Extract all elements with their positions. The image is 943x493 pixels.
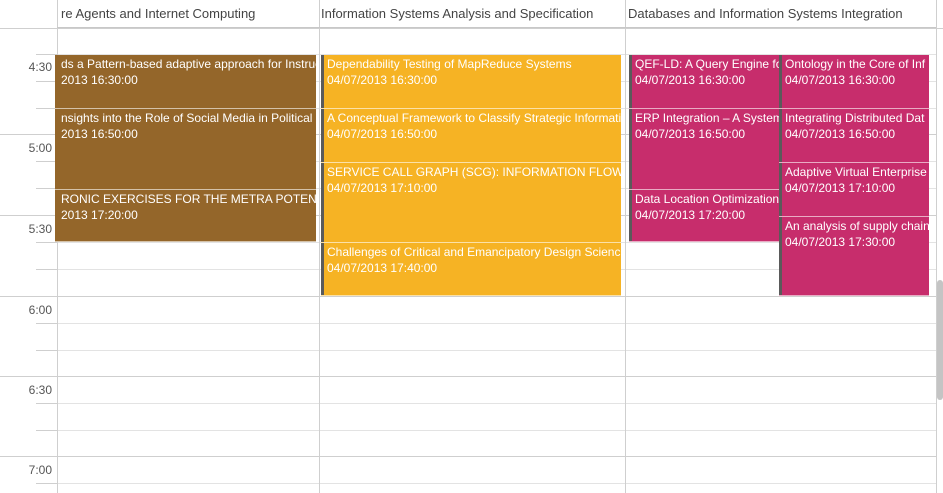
grid-line	[57, 483, 937, 484]
event-block[interactable]: ERP Integration – A System 04/07/2013 16…	[629, 109, 779, 190]
event-block[interactable]: RONIC EXERCISES FOR THE METRA POTENTIAL …	[55, 190, 316, 242]
calendar-day-view: 4:30 5:00 5:30 6:00 6:30 7:00 re Agents …	[0, 0, 943, 493]
event-block[interactable]: nsights into the Role of Social Media in…	[55, 109, 316, 190]
event-block[interactable]: Data Location Optimization 04/07/2013 17…	[629, 190, 779, 242]
time-label: 4:30	[28, 60, 52, 74]
column-header[interactable]: re Agents and Internet Computing	[57, 0, 319, 28]
event-block[interactable]: SERVICE CALL GRAPH (SCG): INFORMATION FL…	[321, 163, 621, 243]
event-title: Integrating Distributed Dat	[785, 111, 925, 125]
event-block[interactable]: Integrating Distributed Dat 04/07/2013 1…	[779, 109, 929, 163]
event-time: 04/07/2013 17:10:00	[785, 181, 896, 195]
event-title: Adaptive Virtual Enterprise	[785, 165, 927, 179]
grid-tick	[36, 54, 57, 55]
event-title: A Conceptual Framework to Classify Strat…	[327, 111, 621, 125]
event-title: SERVICE CALL GRAPH (SCG): INFORMATION FL…	[327, 165, 621, 179]
grid-line	[0, 376, 937, 377]
time-label: 6:30	[28, 383, 52, 397]
event-accent-bar	[321, 109, 324, 162]
header-divider	[0, 28, 943, 29]
event-accent-bar	[321, 243, 324, 295]
event-title: ERP Integration – A System	[635, 111, 779, 125]
grid-line	[57, 323, 937, 324]
time-label: 7:00	[28, 463, 52, 477]
grid-tick	[36, 430, 57, 431]
event-title: RONIC EXERCISES FOR THE METRA POTENTIAL …	[61, 192, 316, 206]
event-block[interactable]: A Conceptual Framework to Classify Strat…	[321, 109, 621, 163]
event-time: 2013 16:30:00	[61, 73, 138, 87]
event-accent-bar	[779, 163, 782, 216]
vertical-scrollbar-thumb[interactable]	[937, 280, 943, 400]
event-time: 04/07/2013 17:40:00	[327, 261, 438, 275]
event-block[interactable]: An analysis of supply chain 04/07/2013 1…	[779, 217, 929, 296]
event-time: 04/07/2013 17:20:00	[635, 208, 746, 222]
time-label: 6:00	[28, 303, 52, 317]
event-time: 04/07/2013 17:10:00	[327, 181, 438, 195]
grid-tick	[36, 269, 57, 270]
event-time: 2013 16:50:00	[61, 127, 138, 141]
grid-line	[57, 430, 937, 431]
grid-tick	[36, 242, 57, 243]
event-time: 04/07/2013 16:30:00	[635, 73, 746, 87]
time-label: 5:30	[28, 222, 52, 236]
event-block[interactable]: QEF-LD: A Query Engine fo 04/07/2013 16:…	[629, 55, 779, 109]
event-title: Dependability Testing of MapReduce Syste…	[327, 57, 572, 71]
event-title: Ontology in the Core of Inf	[785, 57, 926, 71]
column-divider	[625, 0, 626, 493]
event-accent-bar	[321, 163, 324, 242]
grid-tick	[36, 350, 57, 351]
event-title: nsights into the Role of Social Media in…	[61, 111, 316, 125]
event-time: 04/07/2013 16:50:00	[635, 127, 746, 141]
event-title: An analysis of supply chain	[785, 219, 929, 233]
event-accent-bar	[779, 217, 782, 295]
grid-tick	[36, 81, 57, 82]
event-accent-bar	[321, 55, 324, 108]
event-title: QEF-LD: A Query Engine fo	[635, 57, 779, 71]
event-block[interactable]: Adaptive Virtual Enterprise 04/07/2013 1…	[779, 163, 929, 217]
event-accent-bar	[629, 55, 632, 108]
event-title: Data Location Optimization	[635, 192, 779, 206]
grid-tick	[36, 323, 57, 324]
event-time: 04/07/2013 16:30:00	[785, 73, 896, 87]
event-time: 04/07/2013 16:30:00	[327, 73, 438, 87]
grid-tick	[36, 108, 57, 109]
column-header[interactable]: Databases and Information Systems Integr…	[624, 0, 936, 28]
event-accent-bar	[779, 55, 782, 108]
event-accent-bar	[779, 109, 782, 162]
event-block[interactable]: Ontology in the Core of Inf 04/07/2013 1…	[779, 55, 929, 109]
event-block[interactable]: ds a Pattern-based adaptive approach for…	[55, 55, 316, 109]
grid-tick	[36, 161, 57, 162]
event-block[interactable]: Challenges of Critical and Emancipatory …	[321, 243, 621, 296]
grid-tick	[36, 403, 57, 404]
grid-line	[57, 403, 937, 404]
time-gutter: 4:30 5:00 5:30 6:00 6:30 7:00	[0, 0, 57, 493]
grid-line	[0, 456, 937, 457]
time-label: 5:00	[28, 141, 52, 155]
event-time: 04/07/2013 16:50:00	[327, 127, 438, 141]
column-divider	[936, 0, 937, 493]
event-time: 04/07/2013 16:50:00	[785, 127, 896, 141]
column-header[interactable]: Information Systems Analysis and Specifi…	[317, 0, 625, 28]
event-time: 2013 17:20:00	[61, 208, 138, 222]
event-title: ds a Pattern-based adaptive approach for…	[61, 57, 316, 71]
grid-tick	[36, 188, 57, 189]
event-accent-bar	[629, 190, 632, 241]
event-block[interactable]: Dependability Testing of MapReduce Syste…	[321, 55, 621, 109]
grid-line	[0, 296, 937, 297]
event-title: Challenges of Critical and Emancipatory …	[327, 245, 621, 259]
event-time: 04/07/2013 17:30:00	[785, 235, 896, 249]
grid-tick	[36, 483, 57, 484]
event-accent-bar	[629, 109, 632, 189]
grid-line	[57, 350, 937, 351]
column-divider	[319, 0, 320, 493]
